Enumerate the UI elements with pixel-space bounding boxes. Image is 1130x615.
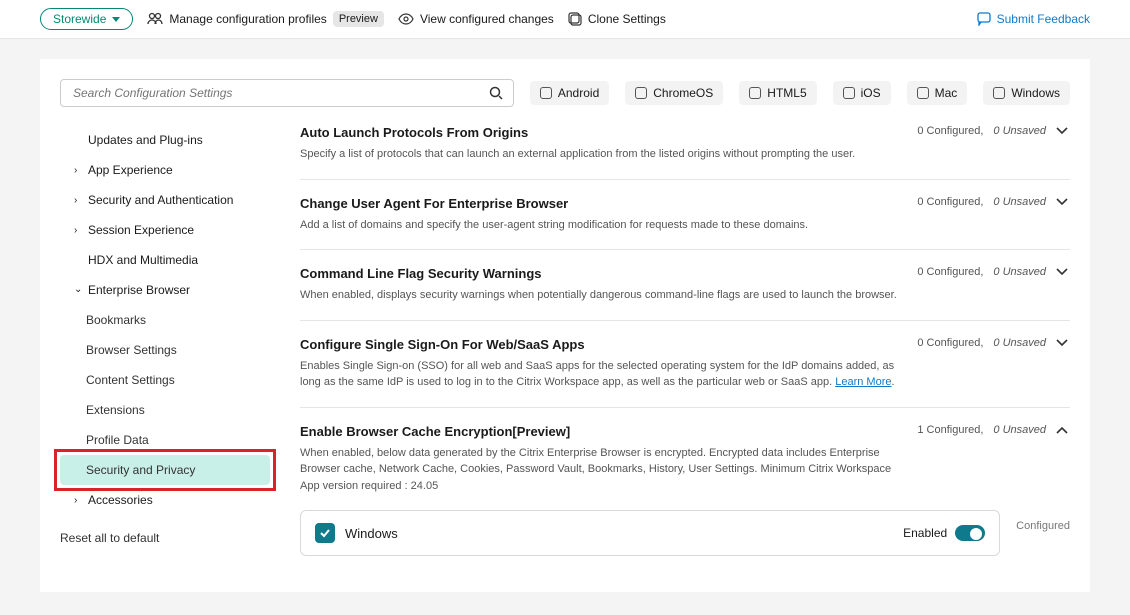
checkbox-icon (749, 87, 761, 99)
search-box[interactable] (60, 79, 514, 107)
search-icon (489, 86, 503, 100)
chevron-right-icon: › (74, 195, 82, 206)
os-filter-ios[interactable]: iOS (833, 81, 891, 105)
clone-settings[interactable]: Clone Settings (568, 12, 666, 26)
unsaved-count: 0 Unsaved (993, 196, 1046, 208)
setting-title: Auto Launch Protocols From Origins (300, 125, 897, 140)
view-changes[interactable]: View configured changes (398, 12, 554, 26)
config-panel: Windows Enabled Configured (300, 510, 1070, 556)
sidebar-app-experience[interactable]: ›App Experience (60, 155, 270, 185)
sidebar-updates[interactable]: Updates and Plug-ins (60, 125, 270, 155)
setting-title: Configure Single Sign-On For Web/SaaS Ap… (300, 337, 897, 352)
setting-desc: Enables Single Sign-on (SSO) for all web… (300, 358, 897, 391)
platform-label: Windows (345, 526, 398, 541)
chevron-down-icon: ⌄ (74, 284, 82, 295)
users-icon (147, 12, 163, 26)
os-filter-chromeos[interactable]: ChromeOS (625, 81, 723, 105)
manage-label: Manage configuration profiles (169, 12, 326, 26)
setting-sso: Configure Single Sign-On For Web/SaaS Ap… (300, 320, 1070, 407)
sidebar-content-settings[interactable]: Content Settings (60, 365, 270, 395)
unsaved-count: 0 Unsaved (993, 266, 1046, 278)
setting-desc: Specify a list of protocols that can lau… (300, 146, 897, 163)
main-frame: Android ChromeOS HTML5 iOS Mac Windows U… (40, 59, 1090, 592)
checkbox-icon (917, 87, 929, 99)
chevron-right-icon: › (74, 495, 82, 506)
sidebar-enterprise-browser[interactable]: ⌄Enterprise Browser (60, 275, 270, 305)
os-filter-android[interactable]: Android (530, 81, 609, 105)
search-input[interactable] (71, 85, 489, 101)
settings-panel: Auto Launch Protocols From Origins Speci… (300, 125, 1070, 572)
eye-icon (398, 13, 414, 25)
setting-user-agent: Change User Agent For Enterprise Browser… (300, 179, 1070, 250)
setting-desc: When enabled, displays security warnings… (300, 287, 897, 304)
expand-toggle[interactable] (1056, 339, 1070, 347)
checkbox-icon (635, 87, 647, 99)
settings-sidebar: Updates and Plug-ins ›App Experience ›Se… (60, 125, 270, 572)
feedback-label: Submit Feedback (997, 12, 1090, 26)
annotation-highlight-box (54, 449, 276, 491)
setting-title: Change User Agent For Enterprise Browser (300, 196, 897, 211)
expand-toggle[interactable] (1056, 198, 1070, 206)
sidebar-hdx-multimedia[interactable]: HDX and Multimedia (60, 245, 270, 275)
unsaved-count: 0 Unsaved (993, 125, 1046, 137)
configured-count: 0 Configured, (917, 337, 983, 349)
submit-feedback[interactable]: Submit Feedback (977, 12, 1090, 26)
setting-desc: When enabled, below data generated by th… (300, 445, 897, 495)
setting-desc: Add a list of domains and specify the us… (300, 217, 897, 234)
clone-label: Clone Settings (588, 12, 666, 26)
config-card-windows: Windows Enabled (300, 510, 1000, 556)
scope-text: Storewide (53, 12, 106, 26)
chat-icon (977, 12, 991, 26)
checkbox-checked-icon[interactable] (315, 523, 335, 543)
expand-toggle[interactable] (1056, 268, 1070, 276)
chevron-down-icon (112, 17, 120, 22)
setting-title: Enable Browser Cache Encryption[Preview] (300, 424, 897, 439)
unsaved-count: 0 Unsaved (993, 424, 1046, 436)
sidebar-extensions[interactable]: Extensions (60, 395, 270, 425)
clone-icon (568, 12, 582, 26)
setting-auto-launch: Auto Launch Protocols From Origins Speci… (300, 125, 1070, 179)
configured-count: 0 Configured, (917, 125, 983, 137)
filters-row: Android ChromeOS HTML5 iOS Mac Windows (60, 79, 1070, 107)
scope-selector[interactable]: Storewide (40, 8, 133, 30)
manage-profiles[interactable]: Manage configuration profiles Preview (147, 11, 384, 27)
sidebar-bookmarks[interactable]: Bookmarks (60, 305, 270, 335)
reset-all[interactable]: Reset all to default (60, 531, 270, 545)
checkbox-icon (843, 87, 855, 99)
unsaved-count: 0 Unsaved (993, 337, 1046, 349)
enabled-toggle[interactable] (955, 525, 985, 541)
os-filter-mac[interactable]: Mac (907, 81, 968, 105)
setting-cmdline-warnings: Command Line Flag Security Warnings When… (300, 249, 1070, 320)
learn-more-link[interactable]: Learn More (835, 376, 891, 388)
sidebar-security-auth[interactable]: ›Security and Authentication (60, 185, 270, 215)
sidebar-session-experience[interactable]: ›Session Experience (60, 215, 270, 245)
setting-title: Command Line Flag Security Warnings (300, 266, 897, 281)
chevron-right-icon: › (74, 165, 82, 176)
setting-cache-encryption: Enable Browser Cache Encryption[Preview]… (300, 407, 1070, 573)
topbar: Storewide Manage configuration profiles … (0, 0, 1130, 39)
configured-status: Configured (1016, 510, 1070, 532)
checkbox-icon (993, 87, 1005, 99)
chevron-right-icon: › (74, 225, 82, 236)
os-filter-windows[interactable]: Windows (983, 81, 1070, 105)
checkbox-icon (540, 87, 552, 99)
enabled-label: Enabled (903, 526, 947, 540)
sidebar-browser-settings[interactable]: Browser Settings (60, 335, 270, 365)
configured-count: 0 Configured, (917, 266, 983, 278)
preview-badge: Preview (333, 11, 384, 27)
configured-count: 0 Configured, (917, 196, 983, 208)
collapse-toggle[interactable] (1056, 426, 1070, 434)
os-filter-html5[interactable]: HTML5 (739, 81, 816, 105)
configured-count: 1 Configured, (917, 424, 983, 436)
expand-toggle[interactable] (1056, 127, 1070, 135)
view-changes-label: View configured changes (420, 12, 554, 26)
